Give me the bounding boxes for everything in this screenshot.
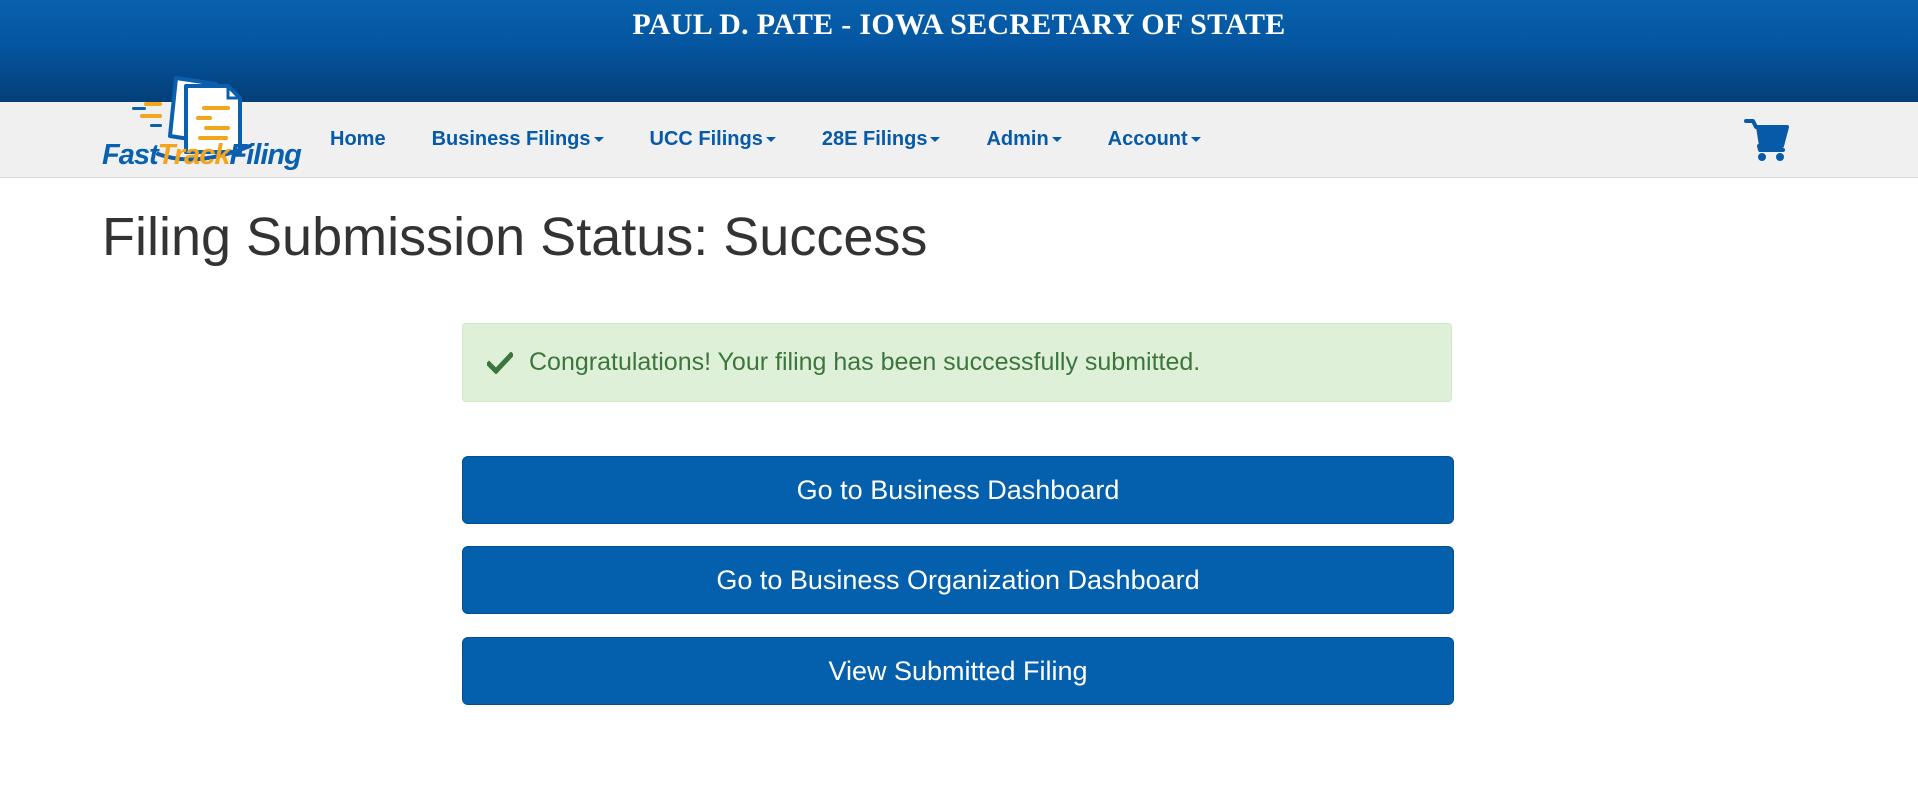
logo-text-track: Track [157,139,231,171]
banner-title: PAUL D. PATE - IOWA SECRETARY OF STATE [632,8,1286,41]
nav-28e-filings[interactable]: 28E Filings [822,128,941,151]
caret-down-icon [930,137,941,142]
nav-admin[interactable]: Admin [986,128,1062,151]
business-dashboard-button[interactable]: Go to Business Dashboard [462,456,1454,524]
business-organization-dashboard-button[interactable]: Go to Business Organization Dashboard [462,546,1454,614]
caret-down-icon [1190,137,1201,142]
nav-28e-filings-label: 28E Filings [821,128,928,150]
nav-business-filings[interactable]: Business Filings [432,128,604,151]
success-alert: Congratulations! Your filing has been su… [462,323,1452,402]
page-title: Filing Submission Status: Success [102,207,928,267]
nav-ucc-filings[interactable]: UCC Filings [650,128,776,151]
nav-business-filings-label: Business Filings [431,128,591,150]
nav-account-label: Account [1107,128,1188,150]
view-submitted-filing-button[interactable]: View Submitted Filing [462,637,1454,705]
nav-account[interactable]: Account [1108,128,1201,151]
logo-text-fast: Fast [102,139,159,171]
caret-down-icon [765,137,776,142]
main-nav: Home Business Filings UCC Filings 28E Fi… [330,102,1247,177]
fasttrackfiling-logo[interactable]: FastTrackFiling [100,72,302,176]
nav-home[interactable]: Home [330,128,386,151]
success-message: Congratulations! Your filing has been su… [529,348,1201,376]
nav-admin-label: Admin [986,128,1049,150]
nav-home-label: Home [330,128,386,150]
shopping-cart-icon[interactable] [1744,117,1790,163]
nav-ucc-filings-label: UCC Filings [649,128,763,150]
caret-down-icon [1051,137,1062,142]
checkmark-icon [487,351,513,374]
logo-text-filing: Filing [229,139,302,171]
caret-down-icon [593,137,604,142]
logo-text: FastTrackFiling [102,138,302,172]
